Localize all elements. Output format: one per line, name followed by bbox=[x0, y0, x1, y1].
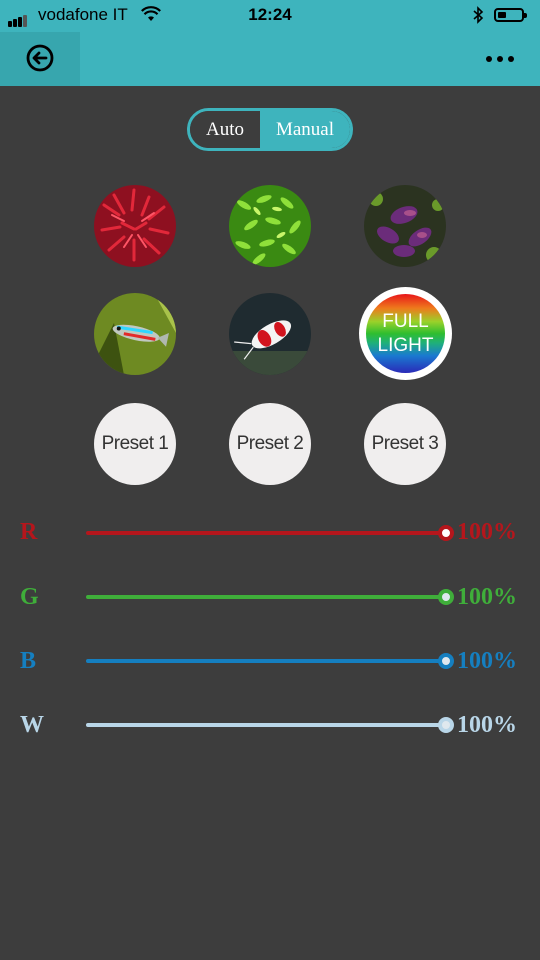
preset-purple-plant[interactable] bbox=[364, 185, 446, 267]
bluetooth-icon bbox=[473, 6, 484, 24]
channel-label-g: G bbox=[20, 584, 39, 610]
slider-track-g[interactable] bbox=[86, 595, 446, 599]
preset-neon-tetra[interactable] bbox=[94, 293, 176, 375]
channel-value-w: 100% bbox=[457, 712, 517, 738]
channel-label-w: W bbox=[20, 712, 44, 738]
slider-thumb-r[interactable] bbox=[438, 525, 454, 541]
slider-thumb-g[interactable] bbox=[438, 589, 454, 605]
purple-plant-image bbox=[364, 185, 446, 267]
neon-tetra-image bbox=[94, 293, 176, 375]
back-button[interactable] bbox=[0, 32, 80, 86]
preset-green-plant[interactable] bbox=[229, 185, 311, 267]
slider-track-b[interactable] bbox=[86, 659, 446, 663]
preset-red-shrimp[interactable] bbox=[229, 293, 311, 375]
channel-value-g: 100% bbox=[457, 584, 517, 610]
full-light-label-line2: LIGHT bbox=[377, 335, 434, 356]
preset-full-light[interactable]: FULL LIGHT bbox=[359, 287, 452, 380]
slider-thumb-w[interactable] bbox=[438, 717, 454, 733]
clock: 12:24 bbox=[248, 5, 292, 24]
preset-2-button[interactable]: Preset 2 bbox=[229, 403, 311, 485]
channel-value-r: 100% bbox=[457, 519, 517, 545]
app-header: vodafone IT 12:24 bbox=[0, 0, 540, 86]
preset-red-plant[interactable] bbox=[94, 185, 176, 267]
channel-label-b: B bbox=[20, 648, 37, 674]
slider-thumb-b[interactable] bbox=[438, 653, 454, 669]
slider-track-w[interactable] bbox=[86, 723, 446, 727]
red-plant-image bbox=[94, 185, 176, 267]
preset-3-button[interactable]: Preset 3 bbox=[364, 403, 446, 485]
more-options-button[interactable] bbox=[478, 44, 522, 72]
auto-mode-button[interactable]: Auto bbox=[190, 111, 260, 148]
preset-1-button[interactable]: Preset 1 bbox=[94, 403, 176, 485]
channel-label-r: R bbox=[20, 519, 38, 545]
full-light-gradient: FULL LIGHT bbox=[366, 294, 445, 373]
battery-icon bbox=[494, 8, 527, 22]
mode-toggle[interactable]: Auto Manual bbox=[187, 108, 353, 151]
channel-value-b: 100% bbox=[457, 648, 517, 674]
manual-mode-button[interactable]: Manual bbox=[260, 111, 350, 148]
red-shrimp-image bbox=[229, 293, 311, 375]
back-arrow-circle-icon bbox=[26, 44, 54, 72]
status-bar: vodafone IT 12:24 bbox=[0, 0, 540, 32]
green-plant-image bbox=[229, 185, 311, 267]
full-light-label-line1: FULL bbox=[382, 311, 429, 332]
more-horizontal-icon bbox=[486, 56, 492, 62]
slider-track-r[interactable] bbox=[86, 531, 446, 535]
